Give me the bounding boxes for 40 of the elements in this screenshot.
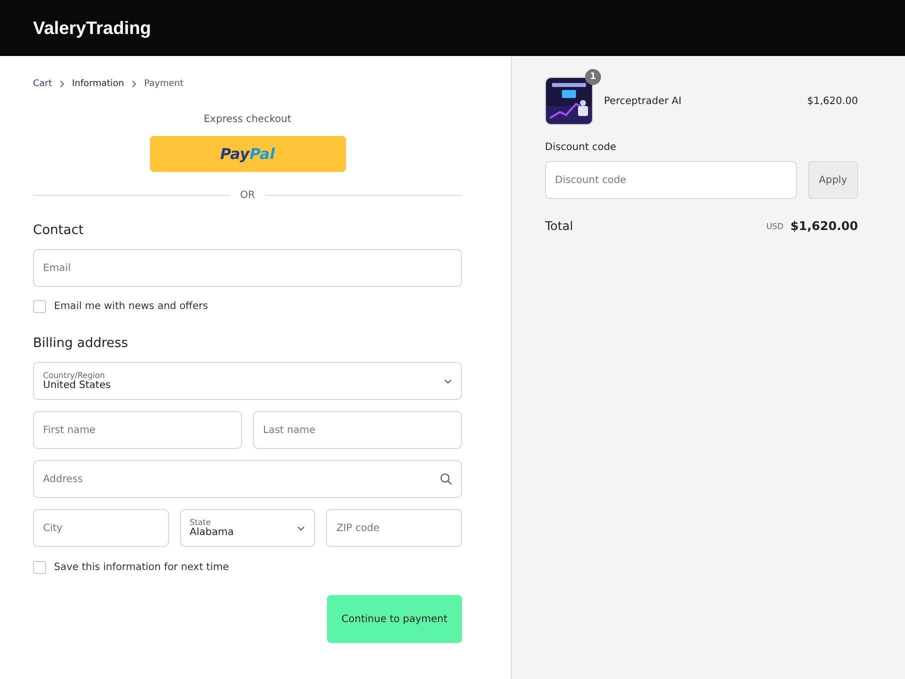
breadcrumb-link[interactable]: Information bbox=[72, 79, 124, 89]
checkbox[interactable] bbox=[33, 300, 46, 312]
input-field[interactable]: ZIP code bbox=[326, 509, 462, 547]
caret-icon bbox=[297, 526, 306, 530]
chevron-icon bbox=[131, 80, 138, 88]
product-name: Perceptrader AI bbox=[604, 96, 682, 106]
dropdown-field[interactable]: State Alabama bbox=[180, 509, 316, 547]
field-label: Country/Region bbox=[43, 371, 106, 380]
apply-button[interactable]: Apply bbox=[808, 161, 858, 199]
input-field[interactable]: First name bbox=[33, 411, 242, 449]
discount-label: Discount code bbox=[545, 142, 618, 153]
breadcrumb-link[interactable]: Cart bbox=[33, 79, 52, 89]
input-field[interactable]: Last name bbox=[253, 411, 462, 449]
search-icon bbox=[440, 473, 452, 485]
store-logo[interactable]: ValeryTrading bbox=[33, 18, 152, 38]
continue-button[interactable]: Continue to payment bbox=[327, 595, 462, 643]
section-heading: Billing address bbox=[33, 336, 130, 353]
field-value: Alabama bbox=[190, 527, 234, 538]
email-field[interactable]: Email bbox=[33, 249, 462, 287]
chevron-icon bbox=[59, 80, 66, 88]
paypal-button[interactable]: PayPal bbox=[150, 136, 346, 172]
discount-field[interactable]: Discount code bbox=[545, 161, 797, 199]
field-value: United States bbox=[43, 380, 111, 391]
product-price: $1,620.00 bbox=[807, 96, 858, 106]
total-amount: $1,620.00 bbox=[790, 219, 858, 233]
quantity-badge: 1 bbox=[585, 69, 601, 85]
total-label: Total bbox=[545, 219, 574, 233]
section-heading: Contact bbox=[33, 223, 85, 240]
separator-label: OR bbox=[240, 190, 255, 201]
breadcrumb-link[interactable]: Payment bbox=[144, 79, 184, 89]
checkbox-label: Email me with news and offers bbox=[54, 300, 208, 312]
caret-icon bbox=[444, 378, 452, 384]
address-field[interactable]: Address bbox=[33, 460, 462, 498]
field-label: State bbox=[190, 518, 212, 527]
checkbox-label: Save this information for next time bbox=[54, 562, 229, 572]
express-checkout-label: Express checkout bbox=[202, 114, 292, 125]
checkbox[interactable] bbox=[33, 560, 46, 574]
input-field[interactable]: City bbox=[33, 509, 169, 547]
dropdown-field[interactable]: Country/Region United States bbox=[33, 362, 462, 400]
currency-label: USD bbox=[766, 222, 784, 230]
